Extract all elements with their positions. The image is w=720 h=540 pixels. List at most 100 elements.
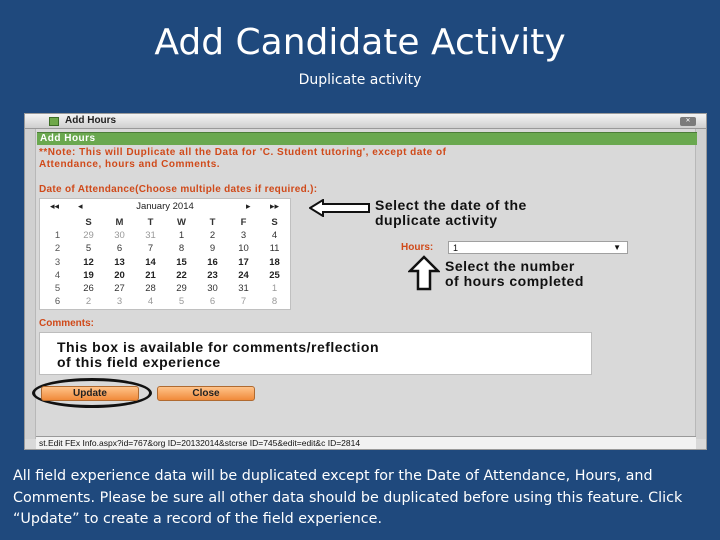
chevron-down-icon[interactable]: ▼ xyxy=(613,242,621,254)
window-title-bar: Add Hours ✕ xyxy=(25,114,706,129)
calendar-day[interactable]: 3 xyxy=(228,229,259,242)
calendar-day-header: T xyxy=(209,217,216,228)
comments-label: Comments: xyxy=(39,318,95,329)
hours-label: Hours: xyxy=(401,242,434,253)
calendar-day[interactable]: 8 xyxy=(166,242,197,255)
calendar-week-number: 6 xyxy=(54,296,61,308)
calendar-week-number: 5 xyxy=(54,282,61,294)
calendar-day[interactable]: 1 xyxy=(259,282,290,295)
calendar-day[interactable]: 16 xyxy=(197,256,228,269)
calendar-day-headers: SMTWTFS xyxy=(42,216,290,229)
date-callout-line-2: duplicate activity xyxy=(375,212,498,228)
calendar-day[interactable]: 31 xyxy=(135,229,166,242)
calendar-day-header: T xyxy=(147,217,154,228)
next-year-icon[interactable]: ▸▸ xyxy=(270,201,279,212)
calendar-day[interactable]: 25 xyxy=(259,269,290,282)
window-title: Add Hours xyxy=(65,115,117,126)
calendar-day[interactable]: 28 xyxy=(135,282,166,295)
note-line-2: Attendance, hours and Comments. xyxy=(39,159,221,170)
calendar-day-header: S xyxy=(271,217,278,228)
calendar-day[interactable]: 17 xyxy=(228,256,259,269)
calendar-day[interactable]: 8 xyxy=(259,295,290,308)
calendar-day-header: S xyxy=(85,217,92,228)
calendar-day[interactable]: 1 xyxy=(166,229,197,242)
status-bar-url: st.Edit FEx Info.aspx?id=767&org ID=2013… xyxy=(36,436,696,449)
calendar-day[interactable]: 7 xyxy=(228,295,259,308)
calendar-day[interactable]: 29 xyxy=(73,229,104,242)
calendar-day[interactable]: 24 xyxy=(228,269,259,282)
arrow-left-icon xyxy=(309,199,370,217)
hours-select[interactable]: 1 ▼ xyxy=(448,241,628,254)
duplicate-note: **Note: This will Duplicate all the Data… xyxy=(39,147,639,171)
calendar-week-row: 4 19 20 21 22 23 24 25 xyxy=(42,269,290,282)
calendar-week-number: 4 xyxy=(54,269,61,281)
calendar-day[interactable]: 3 xyxy=(104,295,135,308)
calendar-day[interactable]: 19 xyxy=(73,269,104,282)
comments-textarea[interactable]: This box is available for comments/refle… xyxy=(39,332,592,375)
arrow-up-icon xyxy=(408,255,440,291)
hours-callout: Select the number of hours completed xyxy=(445,259,584,289)
note-line-1: **Note: This will Duplicate all the Data… xyxy=(39,147,447,158)
calendar-day-header: W xyxy=(177,217,186,228)
calendar-day[interactable]: 29 xyxy=(166,282,197,295)
calendar-day[interactable]: 15 xyxy=(166,256,197,269)
calendar-day[interactable]: 2 xyxy=(73,295,104,308)
calendar-day[interactable]: 4 xyxy=(135,295,166,308)
update-button[interactable]: Update xyxy=(41,386,139,401)
close-icon[interactable]: ✕ xyxy=(680,117,696,126)
panel-header-label: Add Hours xyxy=(40,133,96,144)
close-button[interactable]: Close xyxy=(157,386,255,401)
calendar-day-header xyxy=(42,216,73,229)
date-callout: Select the date of the duplicate activit… xyxy=(375,198,527,228)
calendar-day[interactable]: 22 xyxy=(166,269,197,282)
date-calendar[interactable]: ◂◂ ◂ January 2014 ▸ ▸▸ S M T W T F S 1 29 30 31 1 2 3… xyxy=(39,198,291,310)
comments-line-1: This box is available for comments/refle… xyxy=(57,339,380,355)
calendar-day[interactable]: 2 xyxy=(197,229,228,242)
calendar-week-number: 2 xyxy=(54,243,61,255)
date-of-attendance-label: Date of Attendance(Choose multiple dates… xyxy=(39,184,318,195)
calendar-day[interactable]: 31 xyxy=(228,282,259,295)
calendar-day[interactable]: 21 xyxy=(135,269,166,282)
calendar-day[interactable]: 12 xyxy=(73,256,104,269)
panel-header: Add Hours xyxy=(37,132,697,145)
calendar-week-row: 1 29 30 31 1 2 3 4 xyxy=(42,229,290,242)
calendar-week-row: 5 26 27 28 29 30 31 1 xyxy=(42,282,290,295)
calendar-day[interactable]: 10 xyxy=(228,242,259,255)
calendar-day[interactable]: 9 xyxy=(197,242,228,255)
calendar-day[interactable]: 14 xyxy=(135,256,166,269)
calendar-day[interactable]: 30 xyxy=(104,229,135,242)
calendar-day[interactable]: 20 xyxy=(104,269,135,282)
slide-caption: All field experience data will be duplic… xyxy=(13,468,683,527)
calendar-week-row: 3 12 13 14 15 16 17 18 xyxy=(42,256,290,269)
slide-title: Add Candidate Activity xyxy=(154,22,566,63)
comments-line-2: of this field experience xyxy=(57,354,221,370)
screenshot-window: Add Hours ✕ Add Hours **Note: This will … xyxy=(24,113,707,450)
calendar-day[interactable]: 26 xyxy=(73,282,104,295)
date-callout-line-1: Select the date of the xyxy=(375,197,527,213)
hours-callout-line-1: Select the number xyxy=(445,258,575,274)
calendar-day[interactable]: 7 xyxy=(135,242,166,255)
calendar-grid: S M T W T F S 1 29 30 31 1 2 3 4 2 5 6 7 8 9 10 11 3 12 13 14 15 16 1… xyxy=(42,216,290,308)
next-month-icon[interactable]: ▸ xyxy=(246,201,251,212)
calendar-day[interactable]: 13 xyxy=(104,256,135,269)
calendar-day[interactable]: 18 xyxy=(259,256,290,269)
calendar-week-number: 1 xyxy=(54,230,61,242)
app-icon xyxy=(49,117,59,126)
calendar-week-row: 62345678 xyxy=(42,295,290,308)
hours-selected-value: 1 xyxy=(453,243,459,253)
calendar-day[interactable]: 5 xyxy=(73,242,104,255)
slide-subtitle: Duplicate activity xyxy=(298,72,422,88)
calendar-day[interactable]: 30 xyxy=(197,282,228,295)
calendar-day[interactable]: 6 xyxy=(197,295,228,308)
calendar-day[interactable]: 27 xyxy=(104,282,135,295)
calendar-day[interactable]: 5 xyxy=(166,295,197,308)
calendar-day[interactable]: 6 xyxy=(104,242,135,255)
calendar-day[interactable]: 11 xyxy=(259,242,290,255)
calendar-day-header: M xyxy=(115,217,124,228)
calendar-month-label: January 2014 xyxy=(136,201,194,212)
calendar-week-number: 3 xyxy=(54,256,61,268)
calendar-day[interactable]: 23 xyxy=(197,269,228,282)
right-frame xyxy=(695,129,706,439)
calendar-day[interactable]: 4 xyxy=(259,229,290,242)
calendar-header: ◂◂ ◂ January 2014 ▸ ▸▸ xyxy=(40,199,290,215)
